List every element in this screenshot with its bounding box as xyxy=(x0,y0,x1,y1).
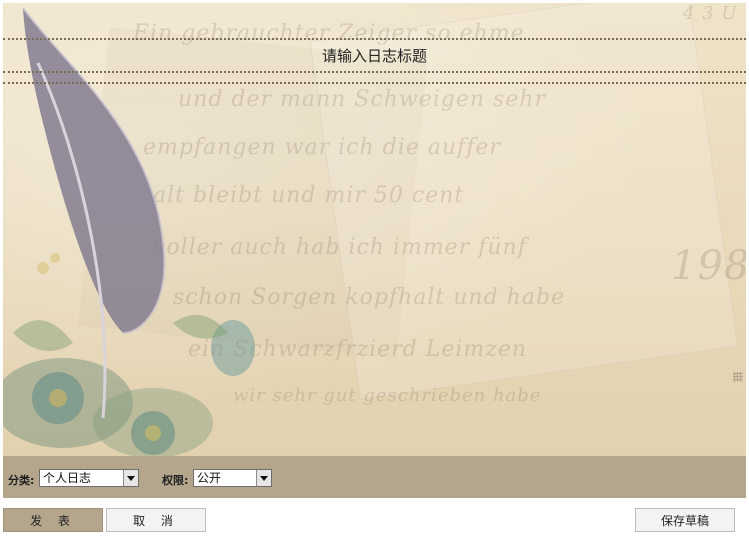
content-top-rule xyxy=(3,82,746,84)
category-selected-value: 个人日志 xyxy=(43,471,92,485)
diary-title-input[interactable] xyxy=(3,39,746,73)
save-draft-button[interactable]: 保存草稿 xyxy=(635,508,735,532)
permission-selected-value: 公开 xyxy=(197,471,222,485)
background-number: 4 3 U xyxy=(683,3,738,24)
cancel-button[interactable]: 取 消 xyxy=(106,508,206,532)
publish-button[interactable]: 发 表 xyxy=(3,508,103,532)
title-bottom-rule xyxy=(3,71,746,73)
permission-label: 权限: xyxy=(162,474,189,487)
options-toolbar: 分类: 个人日志 权限: 公开 xyxy=(3,456,746,498)
background-number: 198. xyxy=(671,243,746,289)
permission-select[interactable]: 公开 xyxy=(193,469,272,487)
category-select[interactable]: 个人日志 xyxy=(39,469,139,487)
diary-editor-area[interactable]: Ein gebrauchter Zeiger so ehme und der m… xyxy=(3,3,746,456)
resize-grip-icon[interactable] xyxy=(733,372,743,382)
category-label: 分类: xyxy=(8,474,35,487)
chevron-down-icon[interactable] xyxy=(123,470,138,486)
background-script-line: wir sehr gut geschrieben habe xyxy=(233,385,542,406)
chevron-down-icon[interactable] xyxy=(256,470,271,486)
